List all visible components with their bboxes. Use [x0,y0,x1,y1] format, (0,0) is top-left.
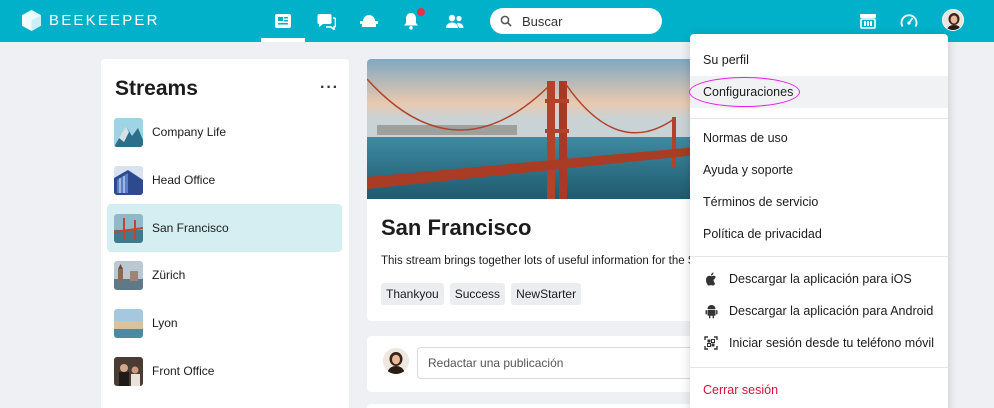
tag[interactable]: Thankyou [381,283,444,305]
brand-name: BEEKEEPER [49,12,160,29]
menu-item-download-android[interactable]: Descargar la aplicación para Android [690,295,948,327]
stream-item-company-life[interactable]: Company Life [107,108,342,156]
menu-item-label: Términos de servicio [703,195,819,209]
stream-thumbnail [114,165,143,195]
menu-divider [690,118,948,119]
apple-icon [703,271,719,287]
stream-header-card: San Francisco This stream brings togethe… [367,59,697,321]
menu-item-label: Descargar la aplicación para Android [729,304,934,318]
user-avatar[interactable] [942,9,964,31]
menu-divider [690,367,948,368]
menu-item-privacy[interactable]: Política de privacidad [690,218,948,250]
stream-label: Front Office [152,364,215,378]
search-icon [500,15,512,27]
menu-item-profile[interactable]: Su perfil [690,44,948,76]
stream-label: San Francisco [152,221,229,235]
beekeeper-logo[interactable]: BEEKEEPER [22,10,160,31]
menu-item-label: Ayuda y soporte [703,163,794,177]
stream-thumbnail [114,308,143,338]
menu-item-download-ios[interactable]: Descargar la aplicación para iOS [690,263,948,295]
menu-item-label: Iniciar sesión desde tu teléfono móvil [729,336,934,350]
stream-description: This stream brings together lots of usef… [381,255,696,267]
stream-thumbnail [114,213,143,243]
stream-label: Zürich [152,268,186,282]
menu-item-phone-login[interactable]: Iniciar sesión desde tu teléfono móvil [690,327,948,359]
compose-input[interactable] [417,347,707,379]
speedometer-icon[interactable] [898,10,920,32]
notification-badge [417,8,425,16]
people-icon[interactable] [444,10,466,32]
tag[interactable]: Success [449,283,506,305]
menu-item-label: Política de privacidad [703,227,822,241]
stream-item-san-francisco[interactable]: San Francisco [107,204,342,252]
stream-item-front-office[interactable]: Front Office [107,347,342,395]
tag-list: Thankyou Success NewStarter [381,283,582,305]
menu-item-label: Descargar la aplicación para iOS [729,272,912,286]
stream-title: San Francisco [381,215,532,240]
stream-label: Lyon [152,316,178,330]
search-bar[interactable] [490,8,662,34]
menu-item-logout[interactable]: Cerrar sesión [690,374,948,406]
cover-image [367,59,697,199]
menu-item-settings[interactable]: Configuraciones [690,76,948,108]
tools-icon[interactable] [857,10,879,32]
account-dropdown-menu: Su perfil Configuraciones Normas de uso … [690,34,948,408]
news-feed-icon[interactable] [272,10,294,32]
menu-item-label: Cerrar sesión [703,383,779,397]
beekeeper-logo-icon [22,10,41,31]
menu-item-label: Su perfil [703,53,749,67]
menu-item-terms[interactable]: Términos de servicio [690,186,948,218]
more-options-icon[interactable]: ··· [320,79,339,97]
menu-item-usage-rules[interactable]: Normas de uso [690,122,948,154]
author-avatar [383,348,409,374]
active-nav-indicator [261,38,305,42]
menu-item-label: Configuraciones [703,85,794,99]
tag[interactable]: NewStarter [511,283,582,305]
search-input[interactable] [522,13,642,29]
stream-thumbnail [114,356,143,386]
stream-label: Company Life [152,125,227,139]
menu-item-help-support[interactable]: Ayuda y soporte [690,154,948,186]
chat-icon[interactable] [315,10,337,32]
streams-title: Streams [115,77,198,100]
stream-thumbnail [114,117,143,147]
compose-card [367,336,707,392]
stream-item-lyon[interactable]: Lyon [107,299,342,347]
stream-item-zurich[interactable]: Zürich [107,251,342,299]
feed-card [367,404,697,408]
streams-panel: Streams ··· Company Life Head Office San… [101,59,349,408]
stream-thumbnail [114,260,143,290]
qr-code-icon [703,335,719,351]
stream-label: Head Office [152,173,216,187]
menu-item-label: Normas de uso [703,131,788,145]
android-icon [703,303,719,319]
menu-divider [690,256,948,257]
workplace-icon[interactable] [358,10,380,32]
stream-item-head-office[interactable]: Head Office [107,156,342,204]
